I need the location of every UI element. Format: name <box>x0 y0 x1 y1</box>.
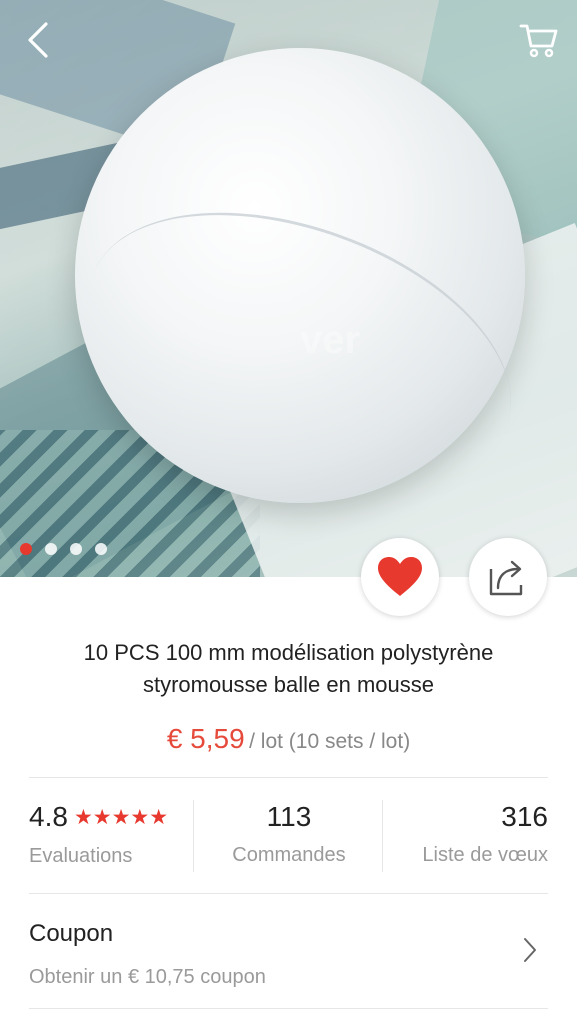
coupon-title: Coupon <box>29 920 114 947</box>
pagination-dot[interactable] <box>45 543 57 555</box>
rating-stat[interactable]: 4.8 ★★★★★ Evaluations <box>29 800 168 868</box>
divider <box>29 777 548 778</box>
product-title-line: 10 PCS 100 mm modélisation polystyrène <box>83 640 494 665</box>
wishlist-count: 316 <box>501 801 548 832</box>
share-icon <box>489 560 523 596</box>
product-title-line: styromousse balle en mousse <box>142 672 435 697</box>
image-watermark: ver <box>300 318 361 362</box>
pagination-dot[interactable] <box>95 543 107 555</box>
coupon-row[interactable]: Coupon Obtenir un € 10,75 coupon <box>29 920 548 1000</box>
orders-label: Commandes <box>232 844 346 866</box>
wishlist-stat: 316 Liste de vœux <box>422 800 548 867</box>
chevron-right-icon <box>524 938 536 962</box>
cart-icon <box>519 24 558 58</box>
divider <box>29 1008 548 1009</box>
chevron-left-icon <box>28 22 48 58</box>
rating-label: Evaluations <box>29 845 133 867</box>
product-stats: 4.8 ★★★★★ Evaluations 113 Commandes 316 L… <box>29 800 548 875</box>
share-button[interactable] <box>469 538 547 616</box>
wishlist-button[interactable] <box>361 538 439 616</box>
stat-divider <box>382 800 383 872</box>
wishlist-label: Liste de vœux <box>422 844 548 866</box>
price-row: € 5,59 / lot (10 sets / lot) <box>0 723 577 755</box>
pagination-dot[interactable] <box>70 543 82 555</box>
orders-count: 113 <box>266 801 312 832</box>
gallery-pagination <box>20 543 107 555</box>
product-title: 10 PCS 100 mm modélisation polystyrène s… <box>40 637 537 701</box>
pagination-dot[interactable] <box>20 543 32 555</box>
rating-value: 4.8 <box>29 801 68 832</box>
price-unit: / lot (10 sets / lot) <box>249 730 411 753</box>
stat-divider <box>193 800 194 872</box>
coupon-subtitle: Obtenir un € 10,75 coupon <box>29 966 266 988</box>
cart-button[interactable] <box>517 18 561 62</box>
heart-icon <box>378 557 422 596</box>
product-image-gallery[interactable]: ver <box>0 0 577 577</box>
product-price: € 5,59 <box>166 723 245 754</box>
back-button[interactable] <box>16 18 60 62</box>
rating-stars: ★★★★★ <box>73 806 169 829</box>
product-photo-foam-ball <box>51 48 549 539</box>
orders-stat: 113 Commandes <box>225 800 353 867</box>
divider <box>29 893 548 894</box>
